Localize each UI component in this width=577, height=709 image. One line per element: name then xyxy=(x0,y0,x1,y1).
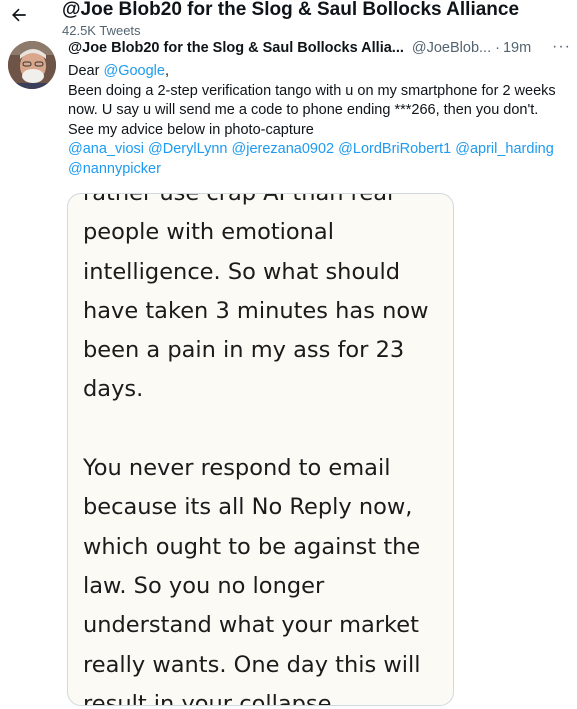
greeting-prefix: Dear xyxy=(68,63,104,79)
mention-link[interactable]: @nannypicker xyxy=(68,161,161,177)
photo-line: intelligence. So what should xyxy=(83,258,400,285)
photo-line: days. xyxy=(83,376,144,403)
tweet-time[interactable]: 19m xyxy=(503,40,531,56)
photo-line: understand what your market xyxy=(83,612,419,639)
photo-line: which ought to be against the xyxy=(83,533,421,560)
photo-line: have taken 3 minutes has now xyxy=(83,297,429,324)
photo-line: people with emotional xyxy=(83,219,334,246)
mention-link[interactable]: @jerezana0902 xyxy=(232,141,335,157)
profile-title: @Joe Blob20 for the Slog & Saul Bollocks… xyxy=(62,0,520,20)
tweet-text: Dear @Google, Been doing a 2-step verifi… xyxy=(68,62,558,179)
mention-link[interactable]: @april_harding xyxy=(455,141,554,157)
tweet-meta: @Joe Blob20 for the Slog & Saul Bollocks… xyxy=(68,40,568,56)
photo-line: because its all No Reply now, xyxy=(83,494,413,521)
avatar[interactable] xyxy=(8,41,56,89)
mention-link[interactable]: @DerylLynn xyxy=(148,141,227,157)
avatar-image xyxy=(8,41,56,89)
more-options-icon[interactable]: ··· xyxy=(552,38,571,56)
greeting-suffix: , xyxy=(164,63,169,79)
meta-separator: · xyxy=(495,40,500,56)
photo-line: You never respond to email xyxy=(83,455,391,482)
photo-line: rather use crap AI than real xyxy=(83,193,394,206)
photo-text: rather use crap AI than real people with… xyxy=(83,193,448,706)
back-button[interactable] xyxy=(9,5,29,25)
mention-link[interactable]: @ana_viosi xyxy=(68,141,144,157)
tweet-body: Been doing a 2-step verification tango w… xyxy=(68,82,556,138)
photo-line: been a pain in my ass for 23 xyxy=(83,337,405,364)
mention-google[interactable]: @Google xyxy=(103,63,164,79)
mention-link[interactable]: @LordBriRobert1 xyxy=(338,141,451,157)
profile-header: @Joe Blob20 for the Slog & Saul Bollocks… xyxy=(0,0,577,38)
tweet-photo[interactable]: rather use crap AI than real people with… xyxy=(67,193,454,706)
photo-line: law. So you no longer xyxy=(83,572,325,599)
author-name[interactable]: @Joe Blob20 for the Slog & Saul Bollocks… xyxy=(68,40,404,56)
tweet-count: 42.5K Tweets xyxy=(62,23,141,38)
photo-line: result in your collapse. xyxy=(83,690,339,706)
photo-line: really wants. One day this will xyxy=(83,651,421,678)
mention-list: @ana_viosi @DerylLynn @jerezana0902 @Lor… xyxy=(68,140,558,179)
arrow-left-icon xyxy=(12,8,26,22)
author-handle[interactable]: @JoeBlob... xyxy=(412,40,491,56)
